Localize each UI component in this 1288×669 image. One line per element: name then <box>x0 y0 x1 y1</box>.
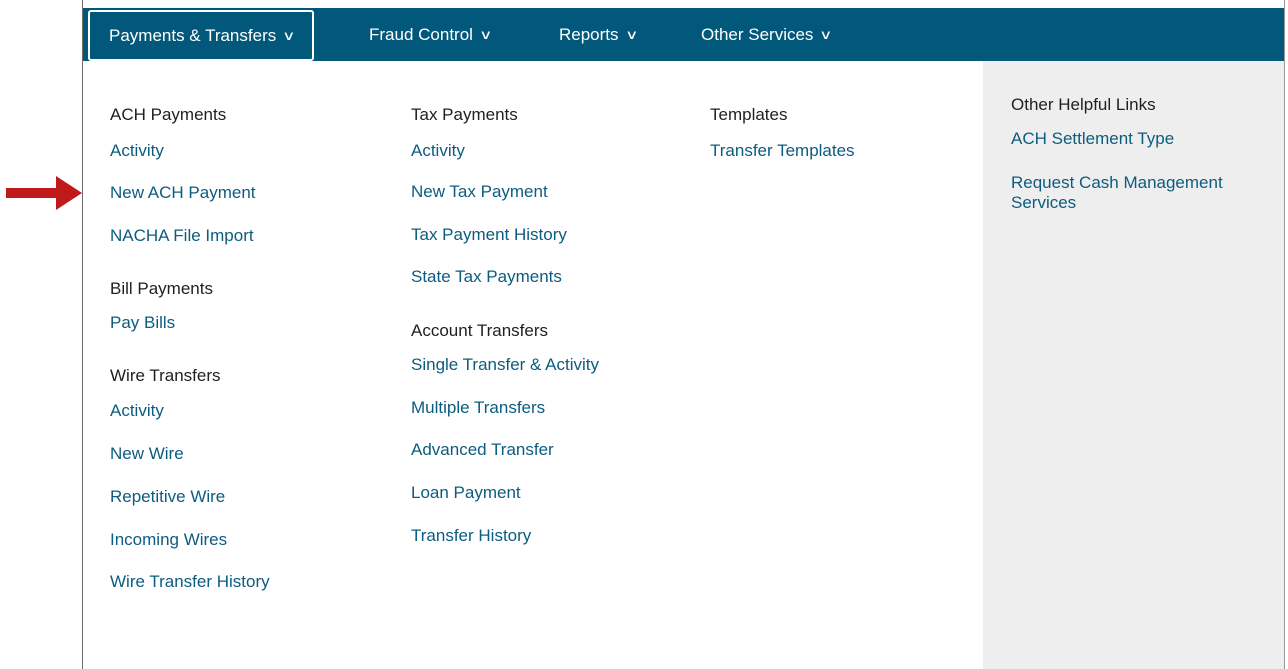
link-ach-activity[interactable]: Activity <box>110 141 164 161</box>
link-wire-transfer-history[interactable]: Wire Transfer History <box>110 572 270 592</box>
section-heading-wire-transfers: Wire Transfers <box>110 366 221 385</box>
nav-fraud-control[interactable]: Fraud Control ∨ <box>369 8 493 61</box>
section-heading-templates: Templates <box>710 105 788 124</box>
link-advanced-transfer[interactable]: Advanced Transfer <box>411 440 554 460</box>
section-heading-other-helpful-links: Other Helpful Links <box>1011 95 1156 114</box>
link-request-cash-management-services[interactable]: Request Cash Management Services <box>1011 173 1266 213</box>
nav-payments-transfers[interactable]: Payments & Transfers ∨ <box>88 10 314 61</box>
section-heading-account-transfers: Account Transfers <box>411 321 549 340</box>
nav-label: Payments & Transfers <box>109 25 277 45</box>
nav-reports[interactable]: Reports ∨ <box>559 8 638 61</box>
link-loan-payment[interactable]: Loan Payment <box>411 483 521 503</box>
link-new-ach-payment[interactable]: New ACH Payment <box>110 183 256 203</box>
nav-label: Reports <box>559 24 619 44</box>
link-ach-settlement-type[interactable]: ACH Settlement Type <box>1011 129 1174 149</box>
section-heading-tax-payments: Tax Payments <box>411 105 518 124</box>
page-border-left <box>82 0 83 669</box>
link-transfer-templates[interactable]: Transfer Templates <box>710 141 855 161</box>
link-nacha-file-import[interactable]: NACHA File Import <box>110 226 254 246</box>
link-pay-bills[interactable]: Pay Bills <box>110 313 175 333</box>
link-multiple-transfers[interactable]: Multiple Transfers <box>411 398 545 418</box>
nav-other-services[interactable]: Other Services ∨ <box>701 8 833 61</box>
helpful-links-panel <box>983 61 1284 669</box>
section-heading-bill-payments: Bill Payments <box>110 279 213 298</box>
link-single-transfer-activity[interactable]: Single Transfer & Activity <box>411 355 599 375</box>
right-arrow-icon <box>6 176 82 210</box>
nav-label: Other Services <box>701 24 814 44</box>
chevron-down-icon: ∨ <box>819 26 833 42</box>
chevron-down-icon: ∨ <box>479 26 493 42</box>
page-border-right <box>1284 0 1285 669</box>
link-tax-activity[interactable]: Activity <box>411 141 465 161</box>
link-wire-activity[interactable]: Activity <box>110 401 164 421</box>
link-tax-payment-history[interactable]: Tax Payment History <box>411 225 567 245</box>
link-new-wire[interactable]: New Wire <box>110 444 184 464</box>
link-repetitive-wire[interactable]: Repetitive Wire <box>110 487 225 507</box>
link-transfer-history[interactable]: Transfer History <box>411 526 531 546</box>
chevron-down-icon: ∨ <box>624 26 638 42</box>
link-new-tax-payment[interactable]: New Tax Payment <box>411 182 548 202</box>
nav-label: Fraud Control <box>369 24 473 44</box>
link-incoming-wires[interactable]: Incoming Wires <box>110 530 227 550</box>
section-heading-ach-payments: ACH Payments <box>110 105 227 124</box>
top-navigation-bar: Payments & Transfers ∨ Fraud Control ∨ R… <box>83 8 1284 61</box>
link-state-tax-payments[interactable]: State Tax Payments <box>411 267 562 287</box>
screenshot-stage: Payments & Transfers ∨ Fraud Control ∨ R… <box>0 0 1288 669</box>
chevron-down-icon: ∨ <box>282 27 296 43</box>
